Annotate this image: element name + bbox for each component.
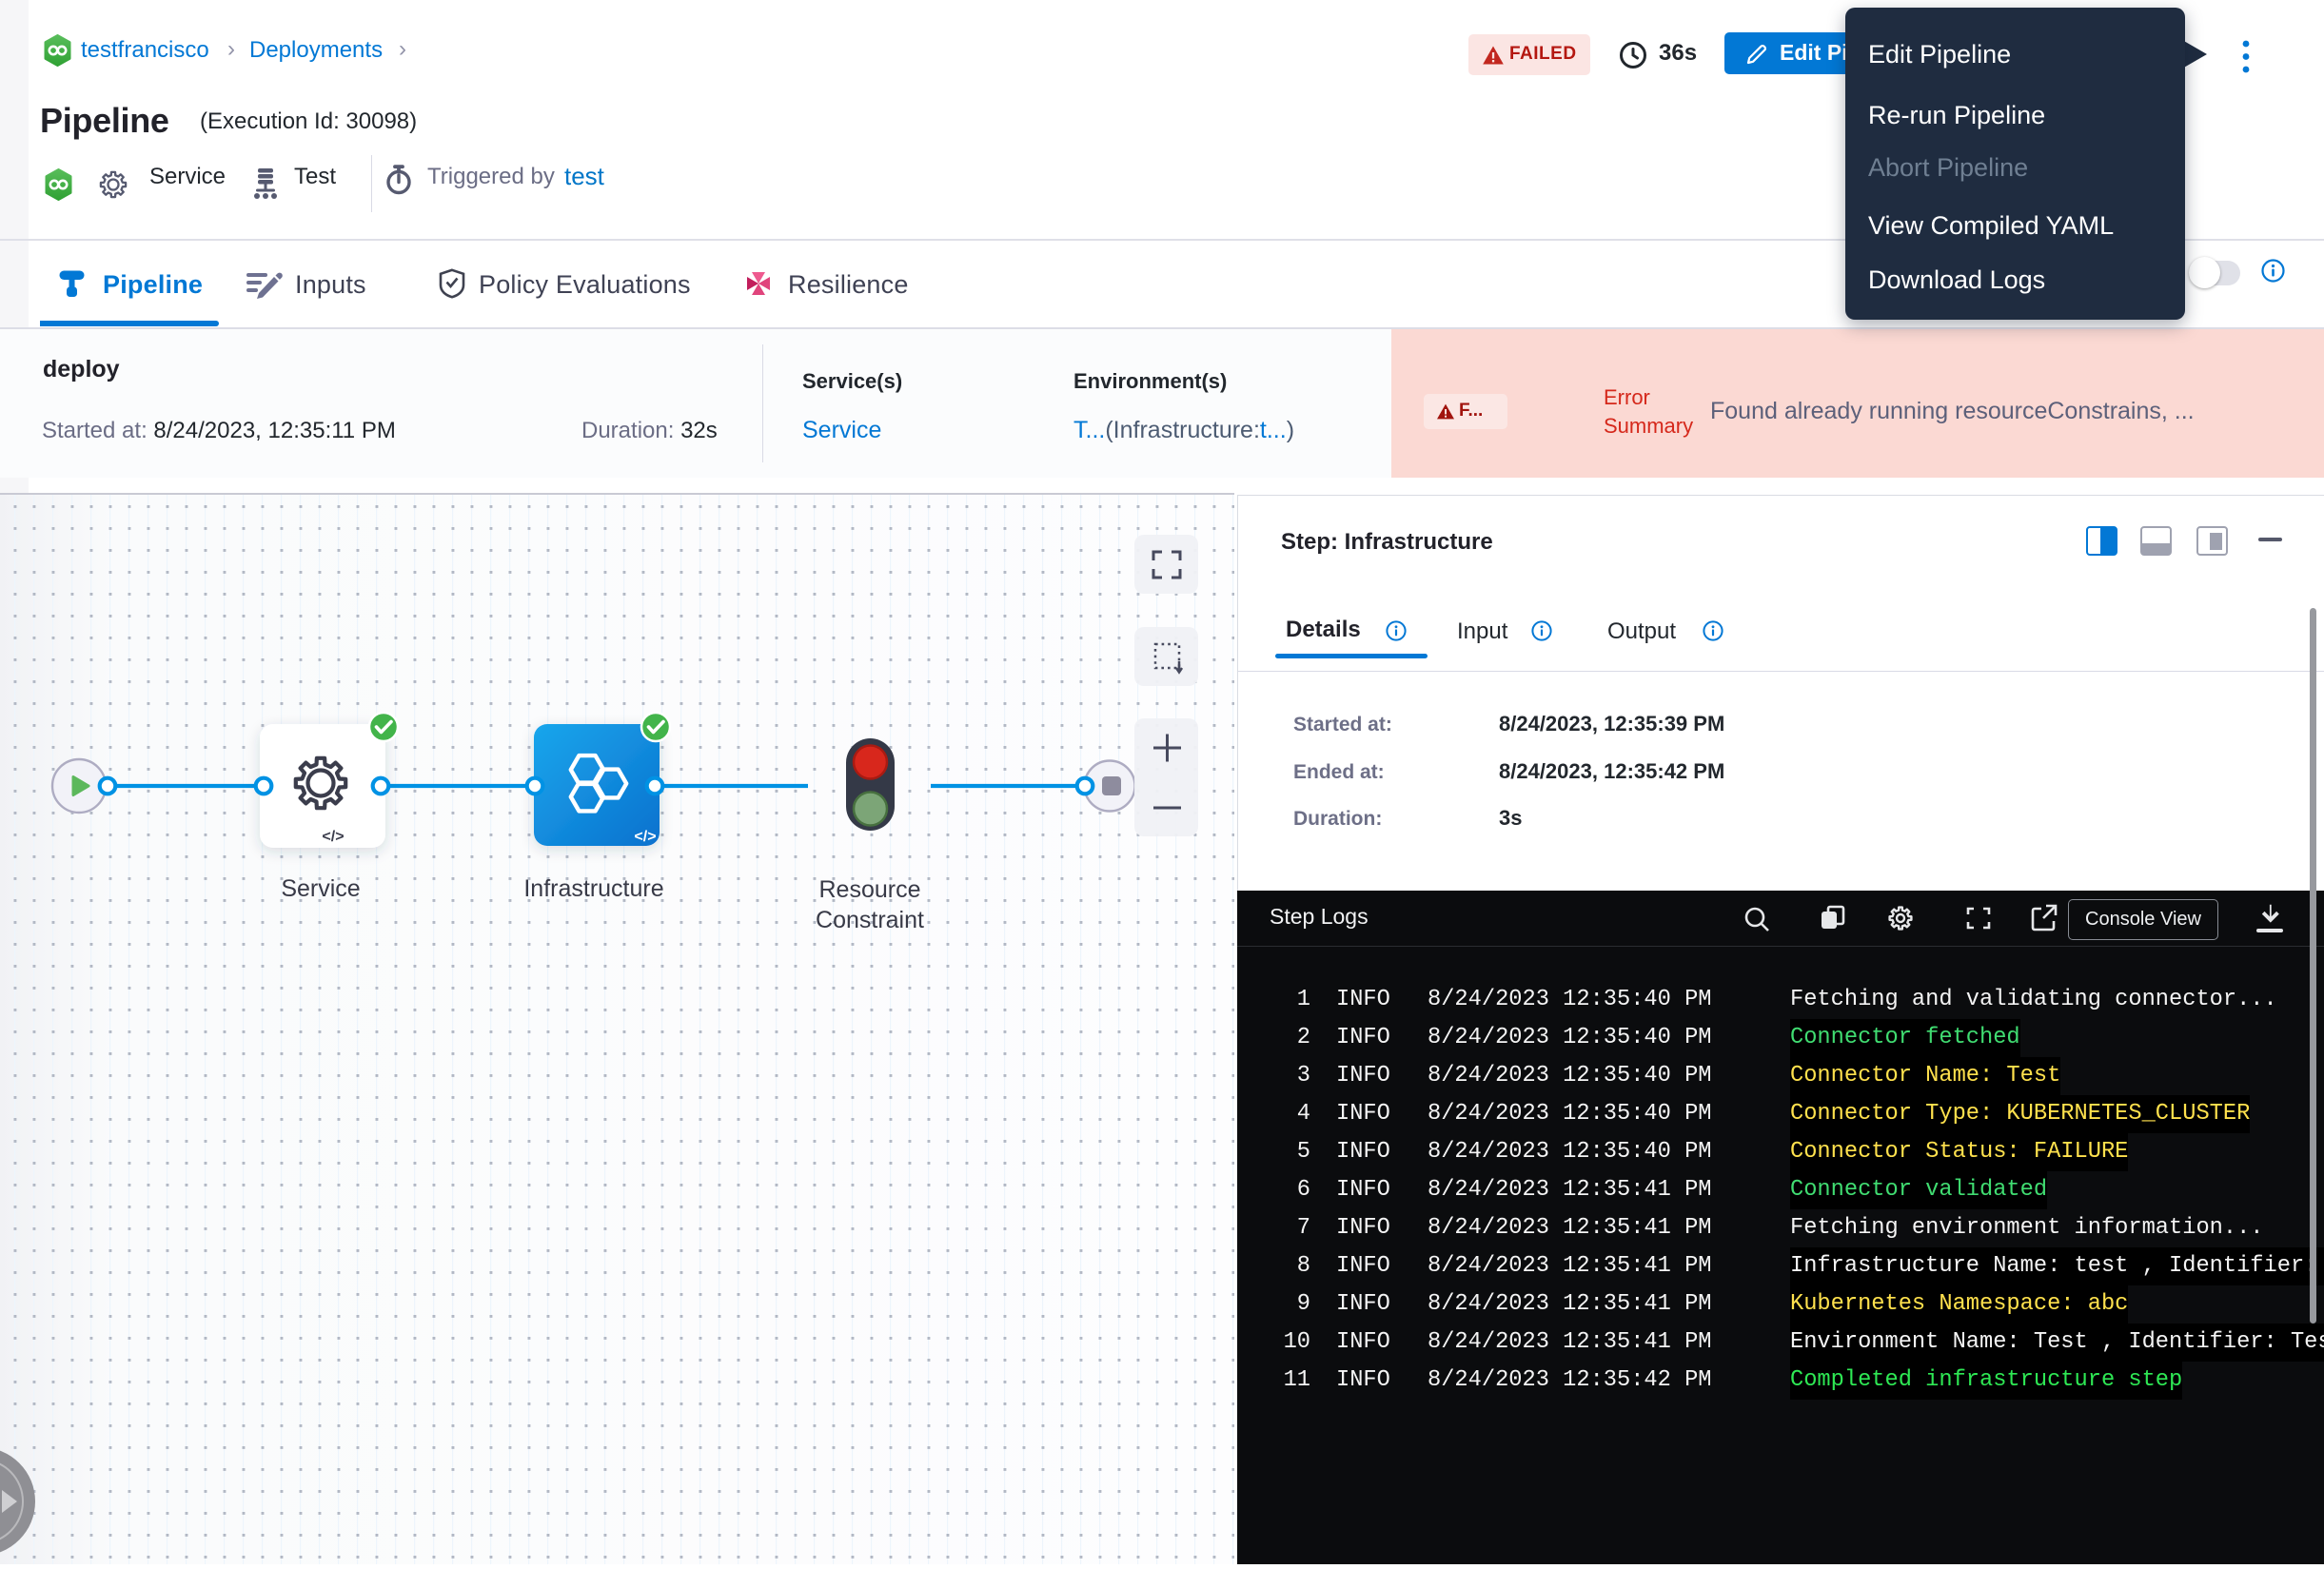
svg-text:Service: Service	[281, 875, 360, 902]
svg-text:</>: </>	[634, 829, 656, 845]
svg-text:Constraint: Constraint	[816, 907, 924, 933]
svg-text:</>: </>	[322, 829, 344, 845]
svg-text:Resource: Resource	[819, 876, 921, 903]
svg-text:Infrastructure: Infrastructure	[523, 875, 663, 902]
